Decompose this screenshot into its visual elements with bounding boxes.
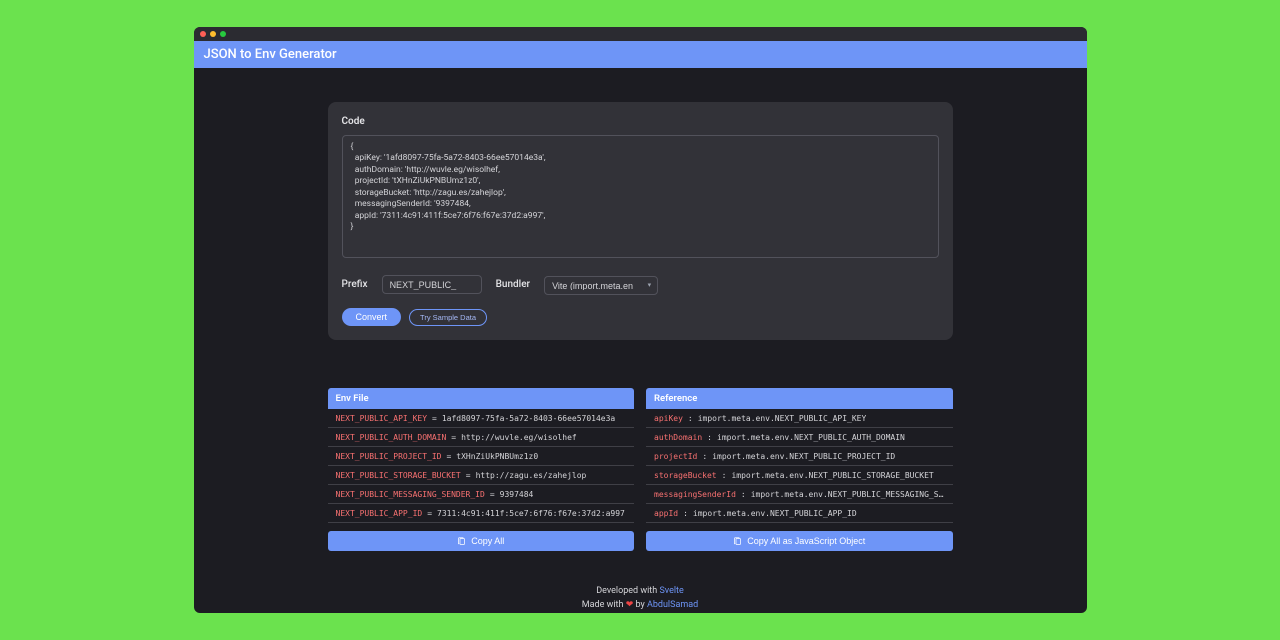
env-value: import.meta.env.NEXT_PUBLIC_API_KEY <box>698 414 867 423</box>
footer-line-2: Made with ❤ by AbdulSamad <box>582 599 698 613</box>
env-row[interactable]: NEXT_PUBLIC_APP_ID = 7311:4c91:411f:5ce7:6… <box>328 504 635 523</box>
env-key: messagingSenderId <box>654 490 736 499</box>
convert-button[interactable]: Convert <box>342 308 402 326</box>
clipboard-icon <box>457 537 466 546</box>
env-value: http://wuvle.eg/wisolhef <box>461 433 577 442</box>
env-value: import.meta.env.NEXT_PUBLIC_AUTH_DOMAIN <box>717 433 905 442</box>
env-row[interactable]: NEXT_PUBLIC_PROJECT_ID = tXHnZiUkPNBUmz1z0 <box>328 447 635 466</box>
bundler-select[interactable]: Vite (import.meta.env) <box>544 276 658 295</box>
copy-reference-label: Copy All as JavaScript Object <box>747 536 865 546</box>
env-value: import.meta.env.NEXT_PUBLIC_PROJECT_ID <box>712 452 895 461</box>
env-key: NEXT_PUBLIC_API_KEY <box>336 414 428 423</box>
copy-envfile-button[interactable]: Copy All <box>328 531 635 551</box>
env-key: NEXT_PUBLIC_PROJECT_ID <box>336 452 442 461</box>
env-row[interactable]: NEXT_PUBLIC_MESSAGING_SENDER_ID = 9397484 <box>328 485 635 504</box>
env-value: import.meta.env.NEXT_PUBLIC_MESSAGING_SE… <box>751 490 945 499</box>
envfile-header: Env File <box>328 388 635 409</box>
env-separator: : <box>683 509 688 518</box>
env-key: NEXT_PUBLIC_AUTH_DOMAIN <box>336 433 447 442</box>
envfile-panel: Env File NEXT_PUBLIC_API_KEY = 1afd8097-75… <box>328 388 635 551</box>
env-value: 7311:4c91:411f:5ce7:6f76:f67e:37d2:a997 <box>437 509 625 518</box>
app-title: JSON to Env Generator <box>204 47 337 62</box>
env-row[interactable]: storageBucket: import.meta.env.NEXT_PUBLI… <box>646 466 953 485</box>
app-header: JSON to Env Generator <box>194 41 1087 68</box>
env-separator: = <box>427 509 432 518</box>
env-separator: = <box>446 452 451 461</box>
footer-line-1: Developed with Svelte <box>582 585 698 599</box>
env-row[interactable]: authDomain: import.meta.env.NEXT_PUBLIC_A… <box>646 428 953 447</box>
reference-panel: Reference apiKey: import.meta.env.NEXT_PU… <box>646 388 953 551</box>
env-row[interactable]: NEXT_PUBLIC_AUTH_DOMAIN = http://wuvle.eg/… <box>328 428 635 447</box>
bundler-select-wrap: Vite (import.meta.env) ▾ <box>544 274 658 295</box>
env-key: projectId <box>654 452 697 461</box>
output-panels: Env File NEXT_PUBLIC_API_KEY = 1afd8097-75… <box>328 388 953 551</box>
close-icon[interactable] <box>200 31 206 37</box>
env-row[interactable]: NEXT_PUBLIC_STORAGE_BUCKET = http://zagu.e… <box>328 466 635 485</box>
env-separator: = <box>490 490 495 499</box>
made-prefix: Made with <box>582 600 626 610</box>
env-row[interactable]: projectId: import.meta.env.NEXT_PUBLIC_PR… <box>646 447 953 466</box>
env-key: NEXT_PUBLIC_STORAGE_BUCKET <box>336 471 461 480</box>
env-row[interactable]: NEXT_PUBLIC_API_KEY = 1afd8097-75fa-5a72-8… <box>328 409 635 428</box>
copy-envfile-label: Copy All <box>471 536 504 546</box>
env-separator: : <box>741 490 746 499</box>
app-content: Code { apiKey: '1afd8097-75fa-5a72-8403-… <box>194 68 1087 613</box>
reference-body: apiKey: import.meta.env.NEXT_PUBLIC_API_K… <box>646 409 953 523</box>
footer: Developed with Svelte Made with ❤ by Abd… <box>582 585 698 612</box>
env-row[interactable]: apiKey: import.meta.env.NEXT_PUBLIC_API_K… <box>646 409 953 428</box>
bundler-label: Bundler <box>496 279 531 290</box>
app-window: JSON to Env Generator Code { apiKey: '1a… <box>194 27 1087 613</box>
env-key: NEXT_PUBLIC_APP_ID <box>336 509 423 518</box>
env-separator: : <box>707 433 712 442</box>
env-value: tXHnZiUkPNBUmz1z0 <box>456 452 538 461</box>
minimize-icon[interactable] <box>210 31 216 37</box>
try-sample-button[interactable]: Try Sample Data <box>409 309 487 326</box>
options-row: Prefix Bundler Vite (import.meta.env) ▾ <box>342 274 939 295</box>
envfile-body: NEXT_PUBLIC_API_KEY = 1afd8097-75fa-5a72-8… <box>328 409 635 523</box>
code-label: Code <box>342 116 939 127</box>
copy-reference-button[interactable]: Copy All as JavaScript Object <box>646 531 953 551</box>
env-value: 9397484 <box>500 490 534 499</box>
env-value: import.meta.env.NEXT_PUBLIC_STORAGE_BUCK… <box>731 471 933 480</box>
env-separator: : <box>722 471 727 480</box>
env-separator: = <box>466 471 471 480</box>
env-separator: : <box>702 452 707 461</box>
code-input[interactable]: { apiKey: '1afd8097-75fa-5a72-8403-66ee5… <box>342 135 939 258</box>
env-row[interactable]: messagingSenderId: import.meta.env.NEXT_P… <box>646 485 953 504</box>
window-titlebar <box>194 27 1087 41</box>
env-separator: = <box>451 433 456 442</box>
input-card: Code { apiKey: '1afd8097-75fa-5a72-8403-… <box>328 102 953 340</box>
clipboard-icon <box>733 537 742 546</box>
button-row: Convert Try Sample Data <box>342 308 939 326</box>
prefix-label: Prefix <box>342 279 368 290</box>
env-key: storageBucket <box>654 471 717 480</box>
maximize-icon[interactable] <box>220 31 226 37</box>
env-separator: = <box>432 414 437 423</box>
env-key: apiKey <box>654 414 683 423</box>
env-value: import.meta.env.NEXT_PUBLIC_APP_ID <box>693 509 857 518</box>
env-key: authDomain <box>654 433 702 442</box>
author-link[interactable]: AbdulSamad <box>647 600 698 610</box>
reference-header: Reference <box>646 388 953 409</box>
dev-prefix: Developed with <box>596 586 659 596</box>
svelte-link[interactable]: Svelte <box>659 586 683 596</box>
by-text: by <box>633 600 647 610</box>
env-value: http://zagu.es/zahejlop <box>476 471 587 480</box>
env-value: 1afd8097-75fa-5a72-8403-66ee57014e3a <box>442 414 615 423</box>
env-row[interactable]: appId: import.meta.env.NEXT_PUBLIC_APP_ID <box>646 504 953 523</box>
prefix-input[interactable] <box>382 275 482 294</box>
env-separator: : <box>688 414 693 423</box>
env-key: NEXT_PUBLIC_MESSAGING_SENDER_ID <box>336 490 485 499</box>
env-key: appId <box>654 509 678 518</box>
